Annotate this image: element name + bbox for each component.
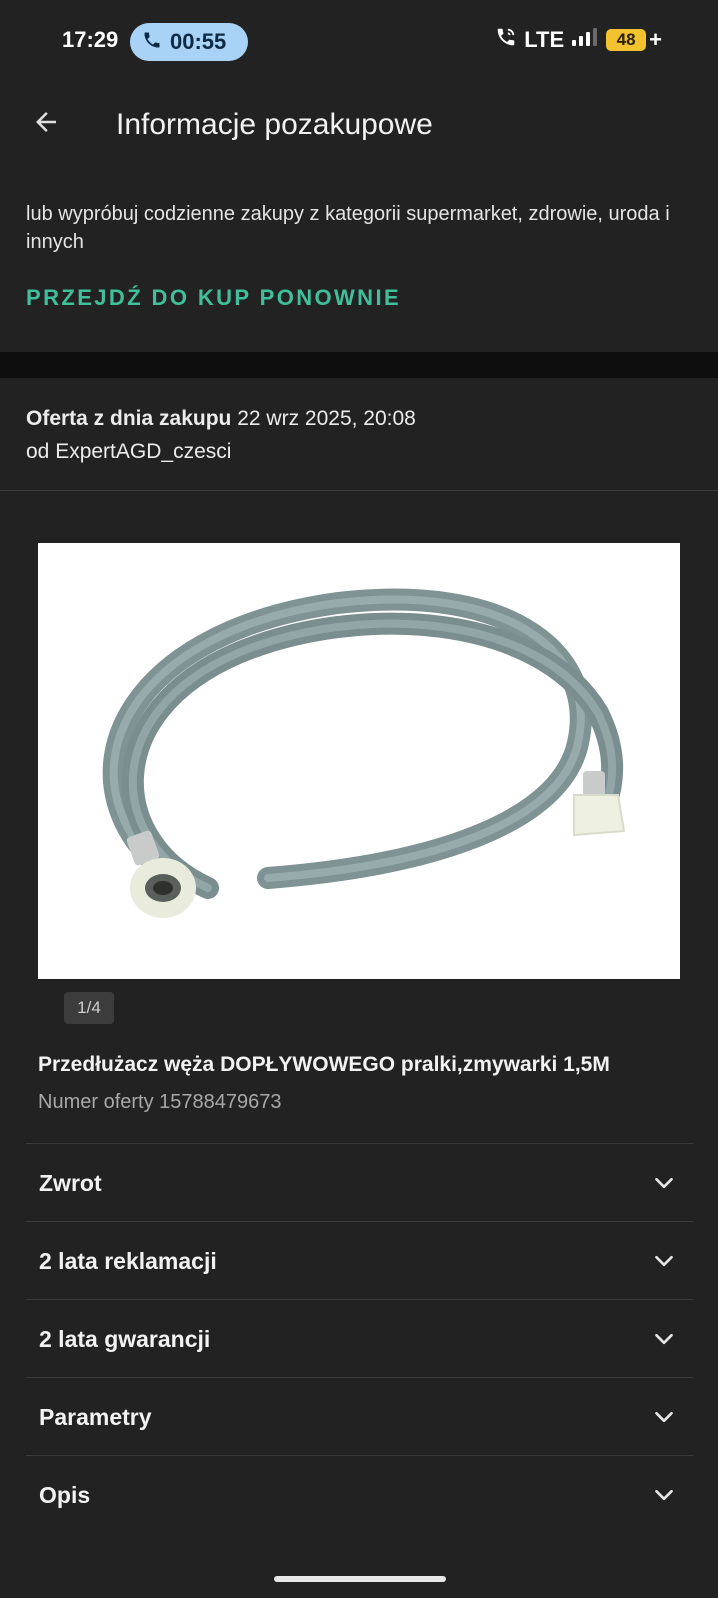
hose-illustration — [102, 588, 626, 918]
status-bar: 17:29 00:55 LTE 48 + — [0, 0, 718, 82]
section-parameters[interactable]: Parametry — [26, 1377, 693, 1455]
chevron-down-icon — [651, 1248, 677, 1274]
section-label: Opis — [39, 1482, 91, 1508]
product-title: Przedłużacz węża DOPŁYWOWEGO pralki,zmyw… — [38, 1053, 610, 1076]
section-label: Zwrot — [39, 1170, 102, 1196]
page-title: Informacje pozakupowe — [116, 108, 433, 141]
info-sections: Zwrot 2 lata reklamacji 2 lata gwarancji… — [26, 1143, 693, 1533]
divider — [0, 490, 718, 491]
section-separator — [0, 352, 718, 378]
wifi-calling-icon — [495, 26, 517, 53]
section-label: 2 lata reklamacji — [39, 1248, 217, 1274]
section-label: 2 lata gwarancji — [39, 1326, 211, 1352]
offer-number: Numer oferty 15788479673 — [38, 1091, 282, 1113]
product-image[interactable] — [38, 543, 680, 979]
section-return[interactable]: Zwrot — [26, 1143, 693, 1221]
battery-level: 48 — [616, 29, 636, 49]
chevron-down-icon — [651, 1326, 677, 1352]
offer-date: Oferta z dnia zakupu 22 wrz 2025, 20:08 — [26, 407, 416, 431]
charging-indicator: + — [649, 26, 662, 52]
buy-again-link[interactable]: PRZEJDŹ DO KUP PONOWNIE — [26, 285, 401, 311]
signal-icon — [571, 27, 599, 52]
status-icons: LTE 48 + — [495, 26, 662, 53]
section-complaints[interactable]: 2 lata reklamacji — [26, 1221, 693, 1299]
seller-name[interactable]: od ExpertAGD_czesci — [26, 440, 231, 464]
home-indicator[interactable] — [274, 1576, 446, 1582]
chevron-down-icon — [651, 1482, 677, 1508]
section-label: Parametry — [39, 1404, 152, 1430]
call-timer: 00:55 — [170, 29, 227, 54]
arrow-left-icon — [31, 107, 61, 142]
status-time: 17:29 — [62, 27, 119, 52]
call-pill[interactable]: 00:55 — [130, 23, 248, 61]
app-header: Informacje pozakupowe — [0, 82, 718, 174]
section-warranty[interactable]: 2 lata gwarancji — [26, 1299, 693, 1377]
chevron-down-icon — [651, 1404, 677, 1430]
back-button[interactable] — [26, 104, 66, 144]
section-description[interactable]: Opis — [26, 1455, 693, 1533]
battery-icon: 48 — [606, 28, 647, 51]
screen: 17:29 00:55 LTE 48 + Informacje pozakupo… — [0, 0, 718, 1598]
network-type: LTE — [524, 26, 565, 52]
offer-date-label: Oferta z dnia zakupu — [26, 407, 232, 430]
phone-icon — [142, 30, 162, 55]
offer-date-value: 22 wrz 2025, 20:08 — [237, 407, 416, 430]
image-counter: 1/4 — [64, 992, 114, 1024]
promo-text: lub wypróbuj codzienne zakupy z kategori… — [26, 203, 670, 253]
chevron-down-icon — [651, 1170, 677, 1196]
